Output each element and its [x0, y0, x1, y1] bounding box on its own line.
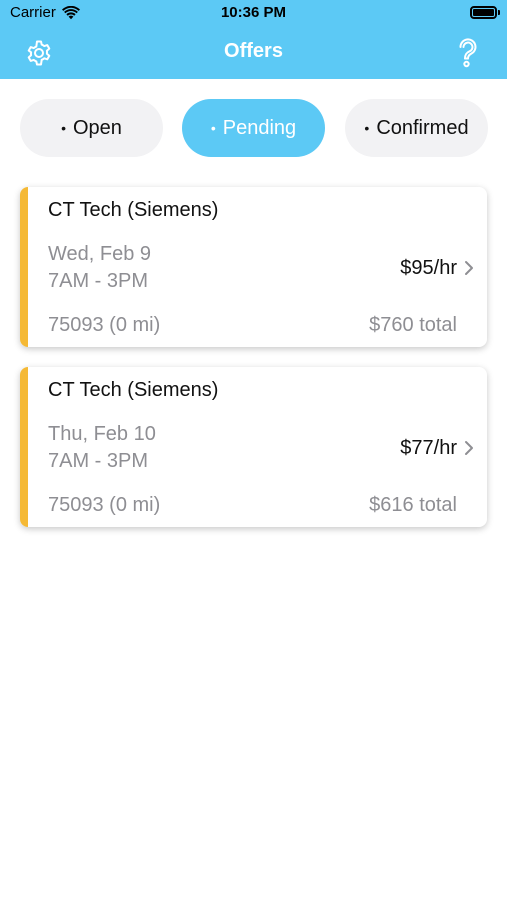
offer-total: $760 total [369, 314, 457, 336]
offer-date: Thu, Feb 10 [48, 423, 156, 445]
status-filter-tabs: • Open • Pending • Confirmed [20, 99, 488, 157]
offer-card[interactable]: CT Tech (Siemens) Thu, Feb 10 7AM - 3PM … [20, 367, 487, 527]
tab-open-dot: • [61, 120, 66, 136]
offer-card[interactable]: CT Tech (Siemens) Wed, Feb 9 7AM - 3PM $… [20, 187, 487, 347]
offer-title: CT Tech (Siemens) [48, 379, 219, 401]
tab-confirmed[interactable]: • Confirmed [345, 99, 488, 157]
offer-total: $616 total [369, 494, 457, 516]
tab-pending-label: Pending [222, 116, 297, 139]
offer-card-accent [20, 367, 28, 527]
page-title: Offers [224, 40, 283, 62]
offer-title: CT Tech (Siemens) [48, 199, 219, 221]
tab-confirmed-dot: • [364, 120, 370, 136]
top-bar: Carrier 10:36 PM Offers [0, 0, 507, 79]
offer-time: 7AM - 3PM [48, 270, 149, 292]
status-time: 10:36 PM [220, 4, 287, 21]
chevron-right-icon [465, 261, 473, 275]
question-mark-icon [459, 38, 477, 68]
offer-card-accent [20, 187, 28, 347]
status-bar: Carrier 10:36 PM [0, 0, 507, 28]
tab-open-label: Open [72, 116, 122, 139]
offer-rate: $95/hr [400, 257, 457, 279]
offer-location: 75093 (0 mi) [48, 494, 161, 516]
offer-time: 7AM - 3PM [48, 450, 149, 472]
offer-rate: $77/hr [400, 437, 457, 459]
tab-confirmed-label: Confirmed [376, 116, 469, 139]
offers-screen: Carrier 10:36 PM Offers • Open • Pending… [0, 0, 507, 900]
chevron-right-icon [465, 441, 473, 455]
help-button[interactable] [451, 36, 485, 70]
offer-date: Wed, Feb 9 [48, 243, 152, 265]
offer-location: 75093 (0 mi) [48, 314, 161, 336]
tab-pending[interactable]: • Pending [182, 99, 325, 157]
tab-pending-dot: • [210, 120, 216, 136]
battery-icon [470, 6, 500, 19]
tab-open[interactable]: • Open [20, 99, 163, 157]
